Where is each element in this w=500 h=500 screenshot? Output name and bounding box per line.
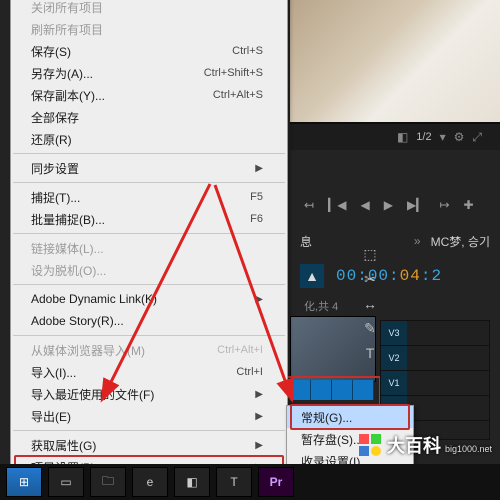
menu-item-label: 还原(R) bbox=[31, 131, 72, 148]
menu-item-6[interactable]: 还原(R) bbox=[11, 128, 287, 150]
watermark-text: 大百科 bbox=[387, 432, 441, 458]
menu-item-label: Adobe Dynamic Link(K) bbox=[31, 292, 157, 306]
mark-in-icon[interactable]: ↤ bbox=[304, 198, 314, 212]
submenu-arrow-icon: ▶ bbox=[255, 440, 263, 451]
explorer-button[interactable]: 🗀 bbox=[90, 467, 126, 497]
menu-item-label: 导入最近使用的文件(F) bbox=[31, 386, 154, 403]
menu-item-11[interactable]: 批量捕捉(B)...F6 bbox=[11, 208, 287, 230]
submenu-arrow-icon: ▶ bbox=[255, 294, 263, 305]
watermark: 大百科 big1000.net bbox=[359, 432, 492, 458]
preview-controls: ◧ 1/2 ▾ ⚙ ⤢ bbox=[290, 124, 500, 150]
tool-pen-icon[interactable]: ✎ bbox=[364, 320, 376, 337]
settings-icon[interactable]: ⚙ bbox=[454, 130, 465, 144]
menu-item-label: 保存(S) bbox=[31, 43, 71, 60]
tab-info[interactable]: 息 bbox=[300, 233, 312, 250]
submenu-arrow-icon: ▶ bbox=[255, 389, 263, 400]
menu-item-label: 刷新所有项目 bbox=[31, 21, 103, 38]
track-v2[interactable]: V2 bbox=[381, 346, 489, 371]
menu-item-label: 导出(E) bbox=[31, 408, 71, 425]
tool-slip-icon[interactable]: ↔ bbox=[363, 296, 377, 312]
taskview-button[interactable]: ▭ bbox=[48, 467, 84, 497]
menu-item-19: 从媒体浏览器导入(M)Ctrl+Alt+I bbox=[11, 339, 287, 361]
menu-item-4[interactable]: 保存副本(Y)...Ctrl+Alt+S bbox=[11, 84, 287, 106]
sequence-tabs: 息 » MC梦, 승기 bbox=[290, 225, 500, 257]
menu-item-5[interactable]: 全部保存 bbox=[11, 106, 287, 128]
menu-item-24[interactable]: 获取属性(G) ▶ bbox=[11, 434, 287, 456]
menu-item-label: 获取属性(G) bbox=[31, 437, 96, 454]
submenu-arrow-icon: ▶ bbox=[255, 163, 263, 174]
chevron-down-icon[interactable]: ▾ bbox=[440, 130, 446, 144]
menu-item-label: 捕捉(T)... bbox=[31, 189, 80, 206]
text-app-button[interactable]: T bbox=[216, 467, 252, 497]
menu-item-13: 链接媒体(L)... bbox=[11, 237, 287, 259]
menu-item-14: 设为脱机(O)... bbox=[11, 259, 287, 281]
menu-item-label: 从媒体浏览器导入(M) bbox=[31, 342, 145, 359]
menu-item-0: 关闭所有项目 bbox=[11, 0, 287, 18]
menu-item-20[interactable]: 导入(I)...Ctrl+I bbox=[11, 361, 287, 383]
tool-column: ⬚ ✂ ↔ ✎ T bbox=[360, 246, 380, 361]
transport-bar: ↤ ▎◀ ◀ ▶ ▶▎ ↦ ✚ bbox=[290, 190, 500, 220]
menu-item-22[interactable]: 导出(E) ▶ bbox=[11, 405, 287, 427]
track-v3[interactable]: V3 bbox=[381, 321, 489, 346]
menu-item-3[interactable]: 另存为(A)...Ctrl+Shift+S bbox=[11, 62, 287, 84]
browser-button[interactable]: e bbox=[132, 467, 168, 497]
menu-item-label: 链接媒体(L)... bbox=[31, 240, 104, 257]
tool-razor-icon[interactable]: ✂ bbox=[364, 271, 376, 288]
preview-viewport bbox=[290, 0, 500, 124]
submenu-item-0[interactable]: 常规(G)... bbox=[287, 406, 413, 428]
menu-item-label: 关闭所有项目 bbox=[31, 0, 103, 16]
zoom-fraction[interactable]: 1/2 bbox=[416, 131, 431, 143]
start-button[interactable]: ⊞ bbox=[6, 467, 42, 497]
watermark-subtext: big1000.net bbox=[445, 444, 492, 454]
tool-type-icon[interactable]: T bbox=[366, 345, 375, 361]
menu-item-label: 设为脱机(O)... bbox=[31, 262, 106, 279]
menu-item-21[interactable]: 导入最近使用的文件(F) ▶ bbox=[11, 383, 287, 405]
timeline-header: ▲ 00:00:04:2 bbox=[290, 258, 500, 294]
timecode-display[interactable]: 00:00:04:2 bbox=[336, 267, 442, 285]
menu-item-label: 导入(I)... bbox=[31, 364, 76, 381]
menu-item-label: 另存为(A)... bbox=[31, 65, 93, 82]
menu-item-label: 批量捕捉(B)... bbox=[31, 211, 105, 228]
menu-item-17[interactable]: Adobe Story(R)... bbox=[11, 310, 287, 332]
premiere-button[interactable]: Pr bbox=[258, 467, 294, 497]
submenu-arrow-icon: ▶ bbox=[255, 411, 263, 422]
menu-item-label: Adobe Story(R)... bbox=[31, 314, 124, 328]
menu-item-1: 刷新所有项目 bbox=[11, 18, 287, 40]
menu-item-label: 全部保存 bbox=[31, 109, 79, 126]
menu-item-16[interactable]: Adobe Dynamic Link(K) ▶ bbox=[11, 288, 287, 310]
play-back-icon[interactable]: ◀ bbox=[361, 198, 370, 212]
tool-rect-icon[interactable]: ⬚ bbox=[363, 246, 376, 263]
menu-item-8[interactable]: 同步设置 ▶ bbox=[11, 157, 287, 179]
menu-item-2[interactable]: 保存(S)Ctrl+S bbox=[11, 40, 287, 62]
step-forward-icon[interactable]: ▶▎ bbox=[407, 198, 425, 212]
file-context-menu: 关闭所有项目刷新所有项目保存(S)Ctrl+S另存为(A)...Ctrl+Shi… bbox=[10, 0, 288, 500]
play-icon[interactable]: ▶ bbox=[384, 198, 393, 212]
add-marker-icon[interactable]: ✚ bbox=[464, 198, 474, 212]
mark-out-icon[interactable]: ↦ bbox=[439, 198, 449, 212]
tab-sequence[interactable]: MC梦, 승기 bbox=[431, 233, 490, 250]
menu-item-label: 保存副本(Y)... bbox=[31, 87, 105, 104]
menu-item-10[interactable]: 捕捉(T)...F5 bbox=[11, 186, 287, 208]
clip-strip[interactable] bbox=[290, 380, 374, 400]
taskbar[interactable]: ⊞ ▭ 🗀 e ◧ T Pr bbox=[0, 464, 500, 500]
step-back-icon[interactable]: ▎◀ bbox=[328, 198, 346, 212]
track-v1[interactable]: V1 bbox=[381, 371, 489, 396]
timeline-info: 化,共 4 bbox=[290, 294, 500, 318]
fit-icon[interactable]: ◧ bbox=[397, 130, 408, 144]
expand-icon[interactable]: ⤢ bbox=[472, 130, 482, 145]
menu-item-label: 同步设置 bbox=[31, 160, 79, 177]
watermark-logo-icon bbox=[359, 434, 381, 456]
app-button[interactable]: ◧ bbox=[174, 467, 210, 497]
selection-tool-icon[interactable]: ▲ bbox=[300, 264, 324, 288]
